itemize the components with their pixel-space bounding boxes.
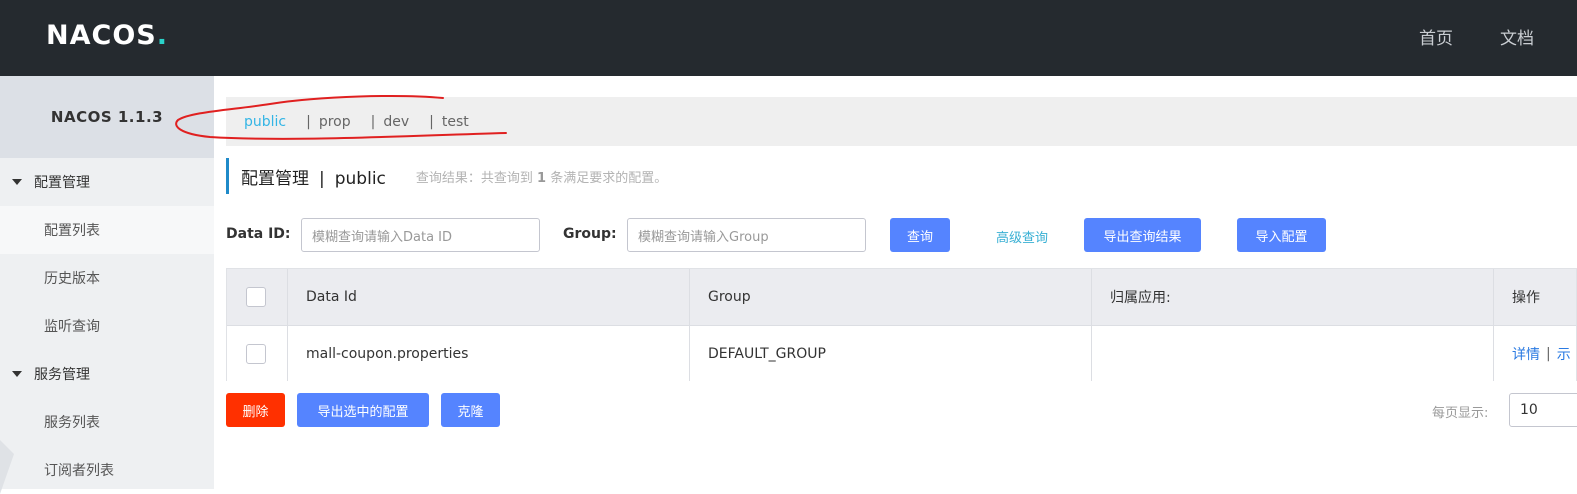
top-navbar: NACOS. 首页 文档 xyxy=(0,0,1577,76)
query-result-summary: 查询结果：共查询到 1 条满足要求的配置。 xyxy=(416,167,667,186)
group-label: Group: xyxy=(563,226,617,242)
group-search-input[interactable]: 模糊查询请输入Group xyxy=(627,218,866,252)
sidebar-item-listener-query[interactable]: 监听查询 xyxy=(0,302,214,350)
sidebar-group-config[interactable]: 配置管理 xyxy=(0,158,214,206)
delete-button[interactable]: 删除 xyxy=(226,393,285,427)
sample-code-link[interactable]: 示 xyxy=(1557,344,1571,364)
table-header: Data Id Group 归属应用: 操作 xyxy=(227,269,1576,326)
dataid-label: Data ID: xyxy=(226,226,291,242)
nav-docs-link[interactable]: 文档 xyxy=(1500,24,1534,49)
namespace-separator: | xyxy=(429,113,434,130)
column-header-group[interactable]: Group xyxy=(690,269,1092,325)
namespace-test[interactable]: test xyxy=(442,114,469,130)
sidebar-group-label: 服务管理 xyxy=(34,367,90,383)
search-form: Data ID: 模糊查询请输入Data ID Group: 模糊查询请输入Gr… xyxy=(0,218,1577,252)
cell-group: DEFAULT_GROUP xyxy=(690,326,1092,381)
nacos-logo[interactable]: NACOS. xyxy=(46,20,168,51)
config-table: Data Id Group 归属应用: 操作 mall-coupon.prope… xyxy=(226,268,1577,381)
page-title-separator: | xyxy=(319,168,325,189)
result-count: 1 xyxy=(537,170,547,186)
page-title-row: 配置管理 | public 查询结果：共查询到 1 条满足要求的配置。 xyxy=(226,158,667,194)
export-selected-button[interactable]: 导出选中的配置 xyxy=(297,393,429,427)
dataid-search-input[interactable]: 模糊查询请输入Data ID xyxy=(301,218,540,252)
row-checkbox[interactable] xyxy=(246,343,266,364)
namespace-prop[interactable]: prop xyxy=(319,114,351,130)
import-config-button[interactable]: 导入配置 xyxy=(1237,218,1326,252)
result-prefix: 查询结果：共查询到 xyxy=(415,170,533,186)
cell-app xyxy=(1092,326,1494,381)
sidebar: NACOS 1.1.3 配置管理 配置列表 历史版本 监听查询 服务管理 服务列… xyxy=(0,76,214,489)
namespace-dev[interactable]: dev xyxy=(383,114,409,130)
sidebar-group-label: 配置管理 xyxy=(34,175,90,191)
sidebar-collapse-handle[interactable] xyxy=(0,440,14,494)
query-button[interactable]: 查询 xyxy=(890,218,950,252)
cell-dataid: mall-coupon.properties xyxy=(288,326,690,381)
sidebar-group-service[interactable]: 服务管理 xyxy=(0,350,214,398)
detail-link[interactable]: 详情 xyxy=(1512,344,1540,364)
page-size-label: 每页显示: xyxy=(1432,406,1489,421)
nav-home-link[interactable]: 首页 xyxy=(1419,24,1453,49)
op-separator: | xyxy=(1546,345,1551,362)
page-title-namespace: public xyxy=(334,168,386,189)
logo-text-3: OS xyxy=(112,20,157,51)
column-header-dataid[interactable]: Data Id xyxy=(288,269,690,325)
column-header-actions: 操作 xyxy=(1512,290,1540,306)
row-checkbox-cell xyxy=(227,326,288,381)
sidebar-item-history[interactable]: 历史版本 xyxy=(0,254,214,302)
caret-down-icon xyxy=(12,179,22,185)
page-title: 配置管理 | public xyxy=(241,164,386,189)
result-suffix: 条满足要求的配置。 xyxy=(550,170,668,186)
column-header-app[interactable]: 归属应用: xyxy=(1092,269,1494,325)
advanced-query-link[interactable]: 高级查询 xyxy=(996,227,1048,246)
clone-button[interactable]: 克隆 xyxy=(441,393,500,427)
logo-text-2: C xyxy=(91,20,113,51)
namespace-separator: | xyxy=(306,113,311,130)
namespace-public[interactable]: public xyxy=(244,114,286,130)
header-checkbox-cell xyxy=(227,269,288,325)
sidebar-version: NACOS 1.1.3 xyxy=(0,76,214,158)
logo-dot: . xyxy=(156,20,168,51)
export-results-button[interactable]: 导出查询结果 xyxy=(1084,218,1201,252)
sidebar-item-subscriber-list[interactable]: 订阅者列表 xyxy=(0,446,214,494)
bulk-actions-row: 删除 导出选中的配置 克隆 每页显示: 10 xyxy=(0,393,1577,427)
cell-actions: 详情 | 示 xyxy=(1494,326,1576,381)
page-size-select[interactable]: 10 xyxy=(1509,393,1577,427)
table-row: mall-coupon.properties DEFAULT_GROUP 详情 … xyxy=(227,326,1576,381)
select-all-checkbox[interactable] xyxy=(246,287,266,307)
page-title-text: 配置管理 xyxy=(241,168,309,189)
logo-text-1: NA xyxy=(46,20,92,51)
namespace-bar: public | prop | dev | test xyxy=(226,97,1577,146)
namespace-separator: | xyxy=(370,113,376,130)
caret-down-icon xyxy=(12,371,22,377)
